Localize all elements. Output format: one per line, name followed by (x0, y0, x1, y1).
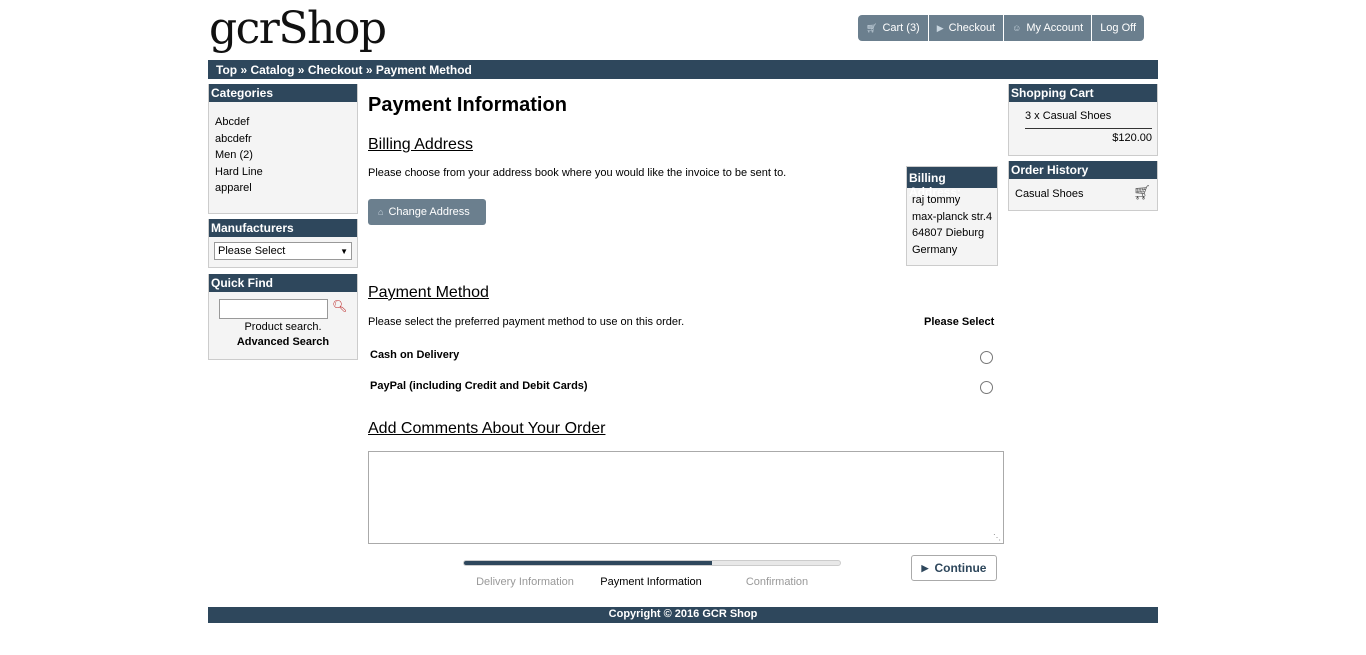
billing-address-heading: Billing Address (368, 136, 473, 153)
quick-find-title: Quick Find (209, 274, 357, 292)
my-account-button[interactable]: ☺ My Account (1004, 15, 1093, 41)
address-line: max-planck str.4 (912, 210, 993, 223)
comments-textarea[interactable]: ⋱ (368, 451, 1004, 544)
step-payment-information: Payment Information (600, 576, 702, 588)
cart-button-label: Cart (3) (882, 22, 920, 34)
header-nav: 🛒︎ Cart (3) ▶ Checkout ☺ My Account Log … (858, 15, 1145, 41)
cart-add-icon[interactable]: 🛒︎ (1133, 184, 1151, 201)
breadcrumb-payment-method[interactable]: Payment Method (376, 63, 472, 77)
address-line: Germany (912, 243, 958, 256)
manufacturers-box: Manufacturers Please Select ▼ (208, 219, 358, 268)
change-address-button[interactable]: ⌂ Change Address (368, 199, 486, 225)
shopping-cart-title: Shopping Cart (1009, 84, 1157, 102)
payment-option-label: PayPal (including Credit and Debit Cards… (370, 380, 588, 392)
category-link[interactable]: Men (2) (215, 147, 357, 164)
manufacturers-select-value: Please Select (218, 245, 286, 257)
quick-find-input[interactable] (219, 299, 328, 319)
billing-address-lines: raj tommy max-planck str.4 64807 Dieburg… (907, 188, 997, 258)
manufacturers-select[interactable]: Please Select ▼ (214, 242, 352, 260)
continue-button[interactable]: ▶ Continue (911, 555, 997, 581)
continue-button-label: Continue (934, 561, 987, 575)
step-delivery-information: Delivery Information (476, 576, 574, 588)
payment-option-cod[interactable]: Cash on Delivery (370, 349, 995, 361)
page-title: Payment Information (368, 94, 567, 116)
categories-list: Abcdef abcdefr Men (2) Hard Line apparel (209, 102, 357, 197)
manufacturers-title: Manufacturers (209, 219, 357, 237)
category-link[interactable]: apparel (215, 180, 357, 197)
payment-method-heading: Payment Method (368, 284, 489, 301)
cart-item[interactable]: 3 x Casual Shoes (1009, 102, 1157, 122)
payment-radio-paypal[interactable] (980, 381, 993, 394)
category-link[interactable]: abcdefr (215, 131, 357, 148)
log-off-button-label: Log Off (1100, 22, 1137, 34)
step-confirmation: Confirmation (745, 576, 809, 588)
billing-address-box-title: Billing Address: (907, 167, 997, 199)
please-select-label: Please Select (924, 316, 995, 328)
order-history-item-label[interactable]: Casual Shoes (1015, 188, 1084, 200)
log-off-button[interactable]: Log Off (1092, 15, 1145, 41)
order-history-title: Order History (1009, 161, 1157, 179)
categories-box: Categories Abcdef abcdefr Men (2) Hard L… (208, 84, 358, 214)
address-line: 64807 Dieburg (912, 227, 985, 239)
breadcrumb-catalog[interactable]: Catalog (250, 63, 294, 77)
advanced-search-link[interactable]: Advanced Search (209, 336, 357, 348)
checkout-progress-bar (463, 560, 841, 566)
checkout-button-label: Checkout (948, 22, 996, 34)
comments-heading: Add Comments About Your Order (368, 420, 606, 437)
change-address-label: Change Address (388, 206, 470, 218)
breadcrumb-checkout[interactable]: Checkout (308, 63, 363, 77)
breadcrumb-separator: » (294, 63, 308, 77)
checkout-button[interactable]: ▶ Checkout (928, 15, 1005, 41)
order-history-box: Order History Casual Shoes 🛒︎ (1008, 161, 1158, 211)
breadcrumb-separator: » (362, 63, 376, 77)
order-history-item: Casual Shoes 🛒︎ (1009, 179, 1157, 200)
resize-grip-icon[interactable]: ⋱ (993, 533, 1001, 542)
quick-find-hint: Product search. (244, 321, 322, 333)
payment-radio-cod[interactable] (980, 351, 993, 364)
search-icon[interactable]: 🔍︎ (332, 299, 347, 313)
cart-total: $120.00 (1112, 132, 1152, 144)
categories-title: Categories (209, 84, 357, 102)
billing-address-text: Please choose from your address book whe… (368, 167, 787, 179)
breadcrumb-separator: » (237, 63, 251, 77)
breadcrumb: Top » Catalog » Checkout » Payment Metho… (208, 60, 1158, 79)
person-icon: ☺ (1012, 23, 1022, 33)
breadcrumb-top[interactable]: Top (216, 63, 237, 77)
triangle-right-icon: ▶ (936, 22, 944, 33)
triangle-right-icon: ▶ (921, 562, 929, 573)
my-account-button-label: My Account (1026, 22, 1084, 34)
category-link[interactable]: Hard Line (215, 164, 357, 181)
footer-copyright: Copyright © 2016 GCR Shop (208, 607, 1158, 623)
payment-option-paypal[interactable]: PayPal (including Credit and Debit Cards… (370, 380, 995, 392)
chevron-down-icon: ▼ (340, 246, 348, 256)
site-logo[interactable]: gcrShop (209, 4, 387, 54)
shopping-cart-box: Shopping Cart 3 x Casual Shoes $120.00 (1008, 84, 1158, 156)
cart-button[interactable]: 🛒︎ Cart (3) (858, 15, 929, 41)
payment-option-label: Cash on Delivery (370, 349, 460, 361)
quick-find-box: Quick Find 🔍︎ Product search. Advanced S… (208, 274, 358, 360)
home-icon: ⌂ (378, 207, 384, 217)
cart-icon: 🛒︎ (866, 22, 878, 33)
checkout-progress-fill (464, 561, 713, 565)
payment-method-text: Please select the preferred payment meth… (368, 316, 685, 328)
billing-address-box: Billing Address: raj tommy max-planck st… (906, 166, 998, 266)
address-line: raj tommy (912, 194, 961, 206)
category-link[interactable]: Abcdef (215, 114, 357, 131)
